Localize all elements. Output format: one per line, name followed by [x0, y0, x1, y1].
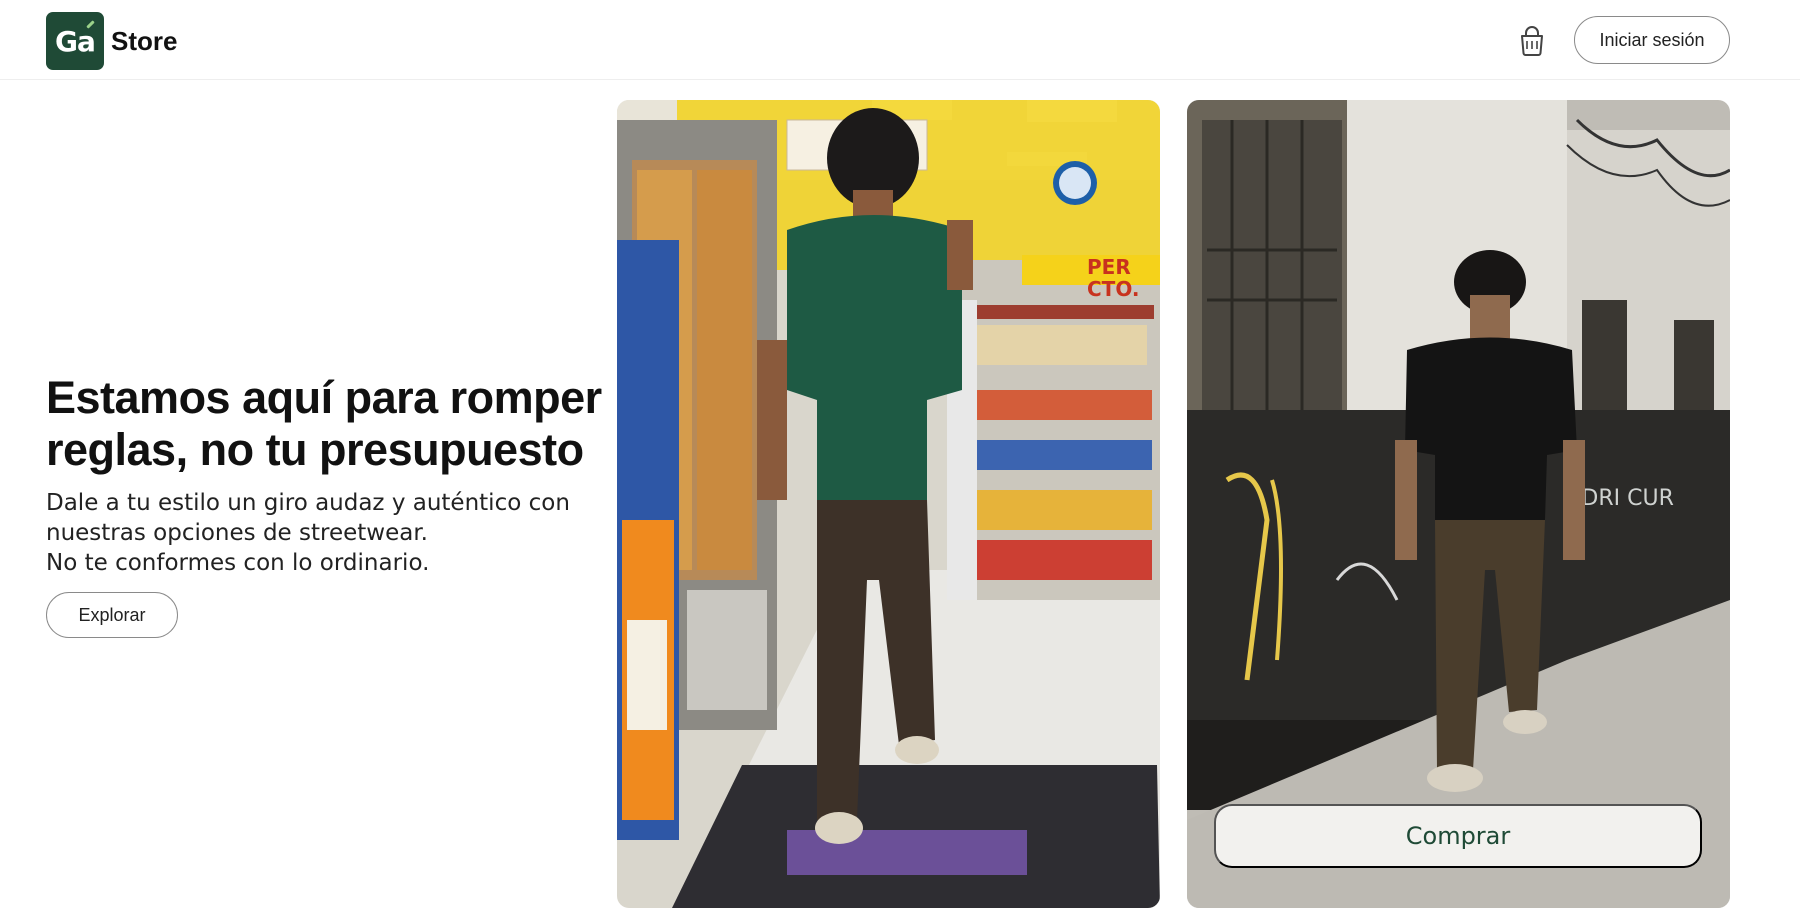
hero-title: Estamos aquí para romper reglas, no tu p…: [46, 372, 606, 476]
signin-button[interactable]: Iniciar sesión: [1574, 16, 1730, 64]
hero-title-line-2: reglas, no tu presupuesto: [46, 424, 584, 475]
explore-button[interactable]: Explorar: [46, 592, 178, 638]
hero-text-line-1: Dale a tu estilo un giro audaz y auténti…: [46, 490, 570, 516]
hero-text-line-2: nuestras opciones de streetwear.: [46, 520, 428, 546]
store-logo[interactable]: Ga: [46, 12, 104, 70]
logo-text: Ga: [55, 24, 96, 58]
buy-button[interactable]: Comprar: [1214, 804, 1702, 868]
street-wall-illustration: KDRI CUR: [1187, 100, 1730, 908]
store-sign-line-2: CTO.: [1087, 277, 1139, 301]
hero-description: Dale a tu estilo un giro audaz y auténti…: [46, 488, 606, 578]
brand-name[interactable]: Store: [111, 26, 177, 57]
hero-title-line-1: Estamos aquí para romper: [46, 372, 602, 423]
top-navbar: Ga Store Iniciar sesión: [0, 0, 1800, 80]
store-aisle-photo[interactable]: PER CTO.: [617, 100, 1160, 908]
shopping-bag-icon[interactable]: [1518, 26, 1546, 56]
hero-text-line-3: No te conformes con lo ordinario.: [46, 550, 430, 576]
store-sign-line-1: PER: [1087, 255, 1131, 279]
street-wall-photo[interactable]: KDRI CUR: [1187, 100, 1730, 908]
store-aisle-illustration: PERCTO.: [617, 100, 1160, 908]
